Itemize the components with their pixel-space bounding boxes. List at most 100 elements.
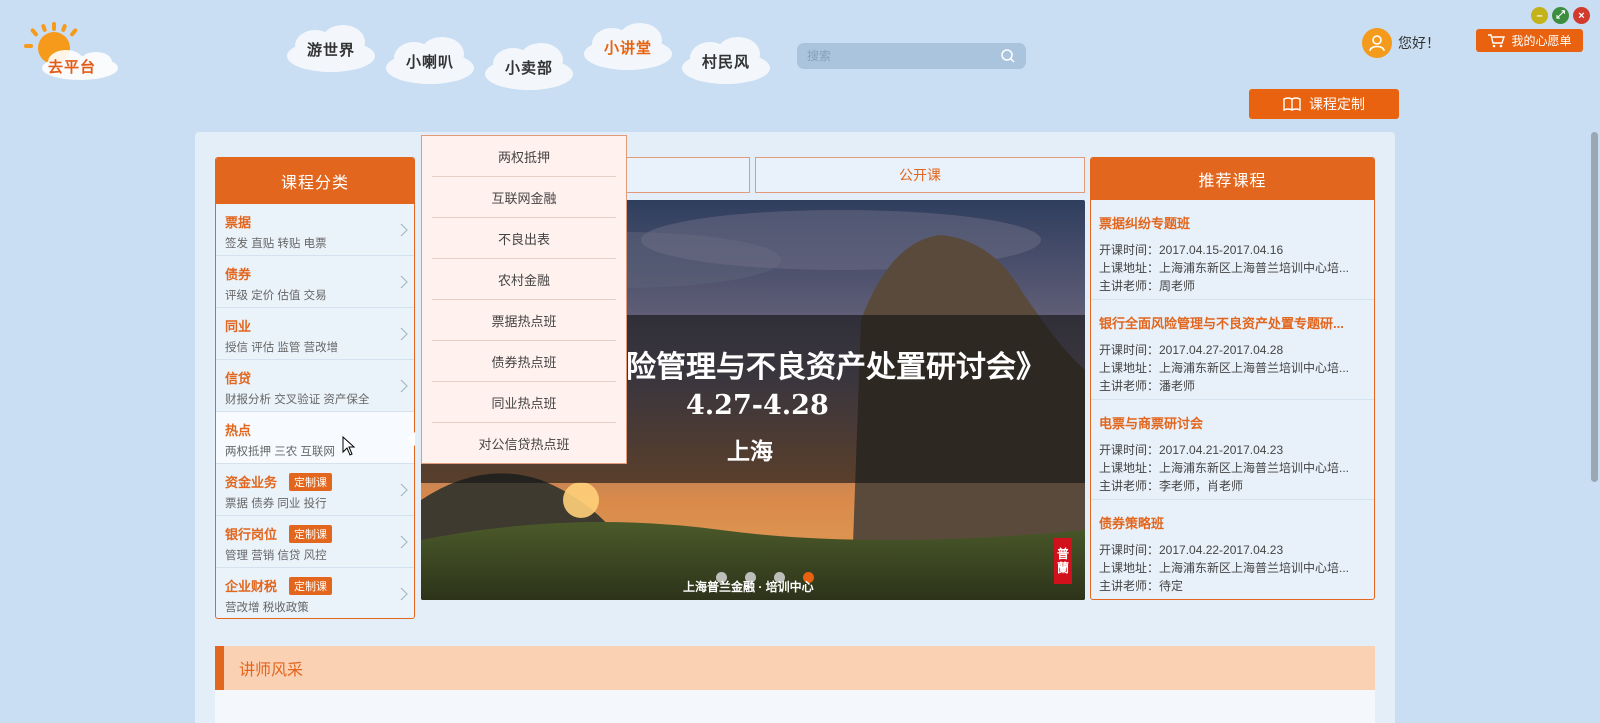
chevron-right-icon xyxy=(400,535,408,549)
banner-footer-text: 上海普兰金融 · 培训中心 xyxy=(683,580,814,594)
wishlist-label: 我的心愿单 xyxy=(1511,34,1572,48)
nav-item-cunmin-feng[interactable]: 村民风 xyxy=(678,34,774,88)
course-teacher: 主讲老师：周老师 xyxy=(1099,279,1196,293)
nav-label: 游世界 xyxy=(306,40,355,59)
course-address: 上课地址：上海浦东新区上海普兰培训中心培... xyxy=(1099,261,1350,275)
category-item-hot[interactable]: 热点 两权抵押 三农 互联网 xyxy=(216,412,414,464)
course-teacher: 主讲老师：潘老师 xyxy=(1099,379,1196,393)
course-time: 开课时间：2017.04.15-2017.04.16 xyxy=(1099,243,1284,257)
hot-topics-popup: 两权抵押 互联网金融 不良出表 农村金融 票据热点班 债券热点班 同业热点班 对… xyxy=(421,135,627,464)
cart-icon xyxy=(1488,33,1506,47)
custom-tag-badge: 定制课 xyxy=(289,472,333,491)
recommended-item: 电票与商票研讨会 开课时间：2017.04.21-2017.04.23 上课地址… xyxy=(1091,400,1374,500)
popup-item[interactable]: 同业热点班 xyxy=(432,382,616,423)
course-teacher: 主讲老师：李老师，肖老师 xyxy=(1099,479,1244,493)
chevron-right-icon xyxy=(400,275,408,289)
banner-date: 4.27-4.28 xyxy=(686,390,829,421)
recommended-item: 银行全面风险管理与不良资产处置专题研... 开课时间：2017.04.27-20… xyxy=(1091,300,1374,400)
category-title: 债券 xyxy=(225,267,252,282)
course-title-link[interactable]: 电票与商票研讨会 xyxy=(1099,413,1366,432)
popup-item[interactable]: 债券热点班 xyxy=(432,341,616,382)
book-icon xyxy=(1283,97,1301,111)
course-teacher: 主讲老师：待定 xyxy=(1099,579,1184,593)
search-box xyxy=(797,43,1026,69)
category-sub: 签发 直贴 转贴 电票 xyxy=(225,238,327,250)
category-sub: 管理 营销 信贷 风控 xyxy=(225,550,327,562)
category-title: 热点 xyxy=(225,423,252,438)
seal-stamp: 普 蘭 xyxy=(1054,538,1072,584)
recommended-panel: 推荐课程 票据纠纷专题班 开课时间：2017.04.15-2017.04.16 … xyxy=(1090,157,1375,600)
category-sub: 营改增 税收政策 xyxy=(225,602,309,614)
category-item[interactable]: 票据 签发 直贴 转贴 电票 xyxy=(216,204,414,256)
nav-item-xiao-laba[interactable]: 小喇叭 xyxy=(382,34,478,88)
category-title: 票据 xyxy=(225,215,252,230)
avatar[interactable] xyxy=(1362,28,1392,58)
popup-item[interactable]: 对公信贷热点班 xyxy=(432,423,616,464)
logo[interactable]: 去平台 xyxy=(18,18,120,82)
chevron-right-icon xyxy=(400,483,408,497)
category-sub: 评级 定价 估值 交易 xyxy=(225,290,327,302)
course-title-link[interactable]: 票据纠纷专题班 xyxy=(1099,213,1366,232)
course-time: 开课时间：2017.04.27-2017.04.28 xyxy=(1099,343,1284,357)
category-sub: 财报分析 交叉验证 资产保全 xyxy=(225,394,370,406)
category-sidebar: 课程分类 票据 签发 直贴 转贴 电票 债券 评级 定价 估值 交易 同业 授信… xyxy=(215,157,415,619)
nav-item-xiao-jiangtang[interactable]: 小讲堂 xyxy=(580,20,676,74)
page-scrollbar[interactable] xyxy=(1591,132,1600,482)
popup-item[interactable]: 两权抵押 xyxy=(432,136,616,177)
custom-course-label: 课程定制 xyxy=(1309,96,1365,112)
course-title-link[interactable]: 债券策略班 xyxy=(1099,513,1366,532)
greeting: 您好！ xyxy=(1398,35,1440,51)
nav-label: 村民风 xyxy=(701,52,750,71)
category-sub: 票据 债券 同业 投行 xyxy=(225,498,327,510)
popup-item[interactable]: 农村金融 xyxy=(432,259,616,300)
logo-text: 去平台 xyxy=(48,58,97,76)
category-title: 资金业务 xyxy=(225,475,278,490)
recommended-item: 票据纠纷专题班 开课时间：2017.04.15-2017.04.16 上课地址：… xyxy=(1091,200,1374,300)
popup-item[interactable]: 不良出表 xyxy=(432,218,616,259)
category-item[interactable]: 银行岗位 定制课 管理 营销 信贷 风控 xyxy=(216,516,414,568)
course-time: 开课时间：2017.04.22-2017.04.23 xyxy=(1099,543,1284,557)
category-item[interactable]: 信贷 财报分析 交叉验证 资产保全 xyxy=(216,360,414,412)
window-controls: – ⤢ × xyxy=(1531,7,1590,24)
chevron-right-icon xyxy=(400,327,408,341)
banner-place: 上海 xyxy=(727,438,773,465)
nav-item-xiao-maibu[interactable]: 小卖部 xyxy=(481,40,577,94)
close-button[interactable]: × xyxy=(1573,7,1590,24)
course-address: 上课地址：上海浦东新区上海普兰培训中心培... xyxy=(1099,461,1350,475)
nav-item-you-shijie[interactable]: 游世界 xyxy=(283,22,379,76)
course-address: 上课地址：上海浦东新区上海普兰培训中心培... xyxy=(1099,561,1350,575)
tab-public-course[interactable]: 公开课 xyxy=(755,157,1085,193)
wishlist-button[interactable]: 我的心愿单 xyxy=(1476,29,1583,52)
course-time: 开课时间：2017.04.21-2017.04.23 xyxy=(1099,443,1284,457)
mouse-cursor-icon xyxy=(342,436,356,456)
teacher-section-body xyxy=(215,690,1375,723)
custom-tag-badge: 定制课 xyxy=(289,576,333,595)
teacher-section-header: 讲师风采 xyxy=(215,646,1375,690)
popup-item[interactable]: 互联网金融 xyxy=(432,177,616,218)
category-item[interactable]: 债券 评级 定价 估值 交易 xyxy=(216,256,414,308)
course-title-link[interactable]: 银行全面风险管理与不良资产处置专题研... xyxy=(1099,313,1366,332)
category-title: 同业 xyxy=(225,319,252,334)
custom-course-button[interactable]: 课程定制 xyxy=(1249,89,1399,119)
category-sub: 两权抵押 三农 互联网 xyxy=(225,446,335,458)
minimize-button[interactable]: – xyxy=(1531,7,1548,24)
popup-item[interactable]: 票据热点班 xyxy=(432,300,616,341)
category-sub: 授信 评估 监管 营改增 xyxy=(225,342,339,354)
scrollbar-thumb[interactable] xyxy=(1591,132,1598,482)
banner-title: 险管理与不良资产处置研讨会》 xyxy=(626,350,1046,385)
category-item[interactable]: 同业 授信 评估 监管 营改增 xyxy=(216,308,414,360)
nav-label: 小喇叭 xyxy=(405,52,454,71)
category-item[interactable]: 企业财税 定制课 营改增 税收政策 xyxy=(216,568,414,618)
recommended-header: 推荐课程 xyxy=(1091,158,1374,200)
custom-tag-badge: 定制课 xyxy=(289,524,333,543)
search-icon[interactable] xyxy=(1000,48,1016,64)
user-icon xyxy=(1369,35,1385,52)
user-area: 您好！ xyxy=(1362,28,1440,58)
category-item[interactable]: 资金业务 定制课 票据 债券 同业 投行 xyxy=(216,464,414,516)
course-address: 上课地址：上海浦东新区上海普兰培训中心培... xyxy=(1099,361,1350,375)
category-title: 信贷 xyxy=(225,371,252,386)
search-input[interactable] xyxy=(807,49,1000,63)
restore-button[interactable]: ⤢ xyxy=(1552,7,1569,24)
popup-pointer xyxy=(407,432,415,446)
category-title: 企业财税 xyxy=(225,579,278,594)
